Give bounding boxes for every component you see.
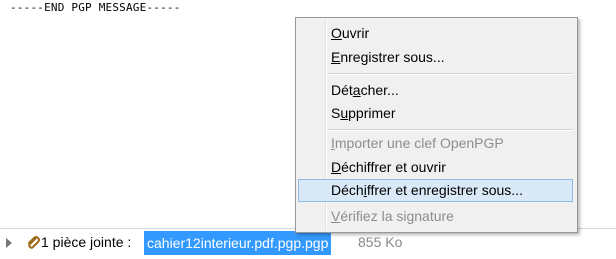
menu-item-dechiffrer-et-enregistrer-sous[interactable]: Déchiffrer et enregistrer sous...: [298, 179, 573, 202]
menu-separator: [328, 73, 573, 75]
attachment-context-menu: Ouvrir Enregistrer sous... Détacher... S…: [295, 17, 578, 233]
attachment-file-name[interactable]: cahier12interieur.pdf.pgp.pgp: [144, 231, 332, 255]
menu-item-importer-clef-openpgp: Importer une clef OpenPGP: [331, 135, 504, 151]
menu-item-supprimer[interactable]: Supprimer: [298, 102, 573, 125]
attachment-file-size: 855 Ko: [358, 234, 403, 250]
menu-item-detacher[interactable]: Détacher...: [298, 79, 573, 102]
paperclip-icon: [28, 236, 40, 249]
menu-item-dechiffrer-et-ouvrir[interactable]: Déchiffrer et ouvrir: [298, 156, 573, 179]
menu-item-ouvrir[interactable]: Ouvrir: [298, 22, 573, 45]
menu-item-enregistrer-sous[interactable]: Enregistrer sous...: [298, 46, 573, 69]
menu-item-verifiez-signature: Vérifiez la signature: [331, 208, 454, 224]
pgp-end-line: -----END PGP MESSAGE-----: [10, 1, 181, 14]
attachment-count-label: 1 pièce jointe :: [41, 234, 132, 250]
expand-twisty-icon[interactable]: [6, 238, 12, 248]
menu-separator: [328, 129, 573, 131]
